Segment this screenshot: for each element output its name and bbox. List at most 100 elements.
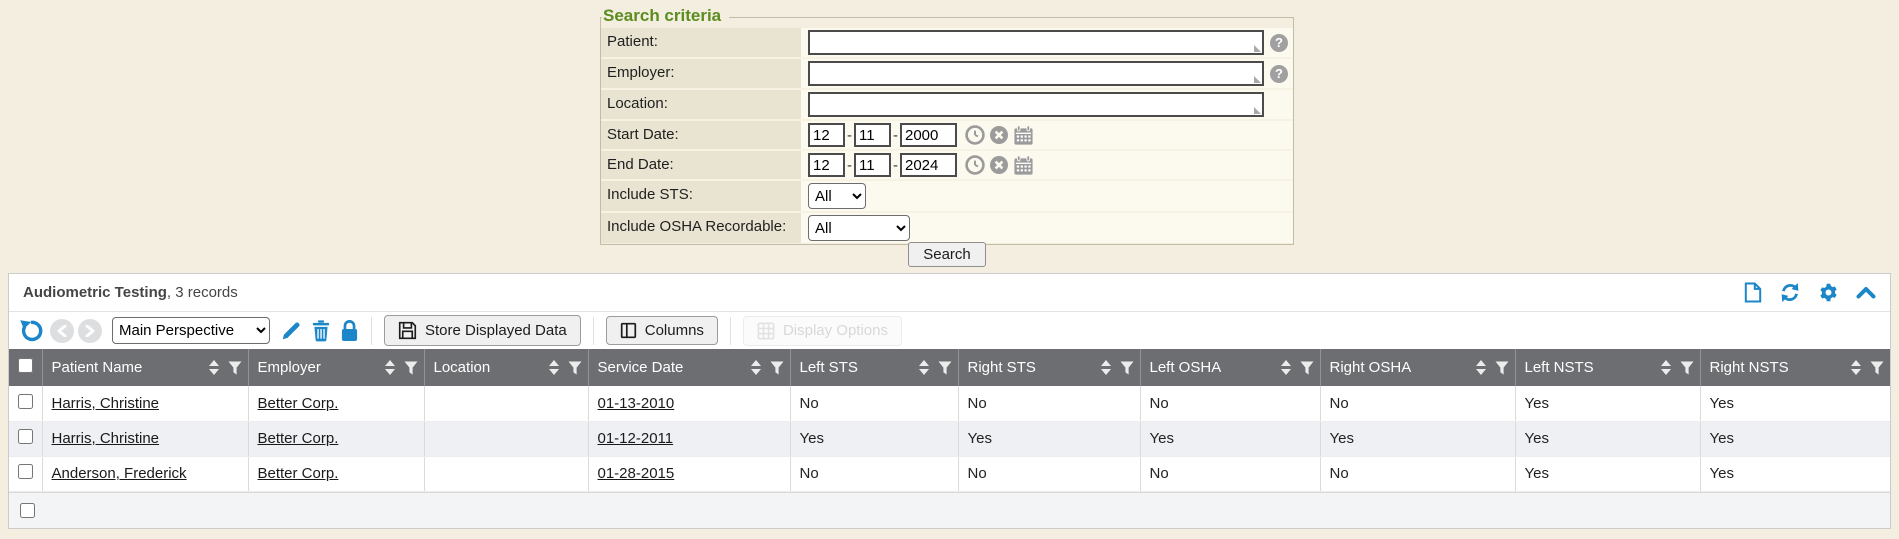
table-row: Harris, Christine Better Corp. 01-13-201… — [9, 386, 1890, 421]
edit-perspective-icon[interactable] — [280, 320, 302, 342]
filter-icon[interactable] — [938, 361, 952, 375]
column-header-left-sts[interactable]: Left STS — [790, 349, 958, 386]
search-button[interactable]: Search — [908, 242, 986, 267]
prev-perspective-icon[interactable] — [50, 319, 74, 343]
sort-icon[interactable] — [549, 360, 559, 375]
filter-icon[interactable] — [1680, 361, 1694, 375]
collapse-panel-icon[interactable] — [1856, 286, 1876, 299]
filter-icon[interactable] — [404, 361, 418, 375]
patient-link[interactable]: Harris, Christine — [52, 395, 160, 412]
clear-date-icon[interactable] — [989, 125, 1009, 145]
columns-button[interactable]: Columns — [606, 316, 718, 345]
sort-icon[interactable] — [1851, 360, 1861, 375]
sort-icon[interactable] — [1281, 360, 1291, 375]
start-date-label: Start Date: — [601, 121, 801, 149]
refresh-icon[interactable] — [1779, 282, 1801, 303]
left-nsts-cell: Yes — [1515, 421, 1700, 456]
employer-link[interactable]: Better Corp. — [258, 395, 339, 412]
calendar-icon[interactable] — [1013, 155, 1034, 176]
grid-icon — [757, 322, 775, 340]
sort-icon[interactable] — [751, 360, 761, 375]
employer-input[interactable] — [808, 61, 1264, 86]
employer-row: Employer: ? — [601, 59, 1293, 90]
column-header-location[interactable]: Location — [424, 349, 588, 386]
start-day-input[interactable] — [854, 123, 891, 147]
column-header-right-osha[interactable]: Right OSHA — [1320, 349, 1515, 386]
start-month-input[interactable] — [808, 123, 845, 147]
clock-icon[interactable] — [965, 155, 985, 175]
service-date-link[interactable]: 01-12-2011 — [598, 430, 674, 447]
filter-icon[interactable] — [1300, 361, 1314, 375]
filter-icon[interactable] — [228, 361, 242, 375]
right-sts-cell: No — [958, 386, 1140, 421]
calendar-icon[interactable] — [1013, 125, 1034, 146]
next-perspective-icon[interactable] — [78, 319, 102, 343]
end-day-input[interactable] — [854, 153, 891, 177]
table-row: Harris, Christine Better Corp. 01-12-201… — [9, 421, 1890, 456]
location-cell — [424, 386, 588, 421]
select-all-checkbox[interactable] — [18, 358, 33, 373]
include-osha-select[interactable]: All — [808, 215, 910, 241]
lock-perspective-icon[interactable] — [340, 319, 359, 342]
employer-help-icon[interactable]: ? — [1270, 65, 1288, 83]
service-date-link[interactable]: 01-28-2015 — [598, 465, 675, 482]
audiometric-testing-panel: Audiometric Testing, 3 records — [8, 273, 1891, 529]
perspective-select[interactable]: Main Perspective — [112, 317, 270, 344]
column-header-service-date[interactable]: Service Date — [588, 349, 790, 386]
include-sts-row: Include STS: All — [601, 181, 1293, 213]
store-displayed-data-button[interactable]: Store Displayed Data — [384, 315, 581, 346]
left-sts-cell: Yes — [790, 421, 958, 456]
row-checkbox[interactable] — [18, 464, 33, 479]
column-header-right-sts[interactable]: Right STS — [958, 349, 1140, 386]
start-year-input[interactable] — [900, 123, 957, 147]
employer-label: Employer: — [601, 59, 801, 88]
start-date-row: Start Date: - - — [601, 121, 1293, 151]
end-date-row: End Date: - - — [601, 151, 1293, 181]
include-sts-select[interactable]: All — [808, 183, 866, 209]
filter-icon[interactable] — [568, 361, 582, 375]
sort-icon[interactable] — [919, 360, 929, 375]
clear-date-icon[interactable] — [989, 155, 1009, 175]
left-osha-cell: No — [1140, 456, 1320, 491]
undo-icon[interactable] — [19, 318, 44, 343]
right-osha-cell: Yes — [1320, 421, 1515, 456]
employer-link[interactable]: Better Corp. — [258, 465, 339, 482]
filter-icon[interactable] — [1495, 361, 1509, 375]
location-input[interactable] — [808, 92, 1264, 117]
employer-link[interactable]: Better Corp. — [258, 430, 339, 447]
footer-checkbox[interactable] — [20, 503, 35, 518]
sort-icon[interactable] — [1476, 360, 1486, 375]
patient-help-icon[interactable]: ? — [1270, 34, 1288, 52]
filter-icon[interactable] — [1870, 361, 1884, 375]
patient-input[interactable] — [808, 30, 1264, 55]
filter-icon[interactable] — [770, 361, 784, 375]
column-header-left-nsts[interactable]: Left NSTS — [1515, 349, 1700, 386]
sort-icon[interactable] — [209, 360, 219, 375]
record-count: , 3 records — [167, 284, 238, 301]
column-header-patient-name[interactable]: Patient Name — [42, 349, 248, 386]
column-header-employer[interactable]: Employer — [248, 349, 424, 386]
filter-icon[interactable] — [1120, 361, 1134, 375]
row-checkbox[interactable] — [18, 429, 33, 444]
column-header-left-osha[interactable]: Left OSHA — [1140, 349, 1320, 386]
end-year-input[interactable] — [900, 153, 957, 177]
right-sts-cell: No — [958, 456, 1140, 491]
left-sts-cell: No — [790, 456, 958, 491]
clock-icon[interactable] — [965, 125, 985, 145]
end-month-input[interactable] — [808, 153, 845, 177]
delete-perspective-icon[interactable] — [311, 319, 331, 342]
sort-icon[interactable] — [385, 360, 395, 375]
new-record-icon[interactable] — [1744, 282, 1762, 303]
column-header-right-nsts[interactable]: Right NSTS — [1700, 349, 1890, 386]
table-footer-row — [9, 492, 1890, 529]
sort-icon[interactable] — [1661, 360, 1671, 375]
patient-link[interactable]: Harris, Christine — [52, 430, 160, 447]
row-checkbox[interactable] — [18, 394, 33, 409]
sort-icon[interactable] — [1101, 360, 1111, 375]
panel-header: Audiometric Testing, 3 records — [9, 274, 1890, 311]
gear-icon[interactable] — [1818, 282, 1839, 303]
service-date-link[interactable]: 01-13-2010 — [598, 395, 675, 412]
right-osha-cell: No — [1320, 386, 1515, 421]
grid-toolbar: Main Perspective Store Displayed Data Co… — [9, 311, 1890, 349]
patient-link[interactable]: Anderson, Frederick — [52, 465, 187, 482]
